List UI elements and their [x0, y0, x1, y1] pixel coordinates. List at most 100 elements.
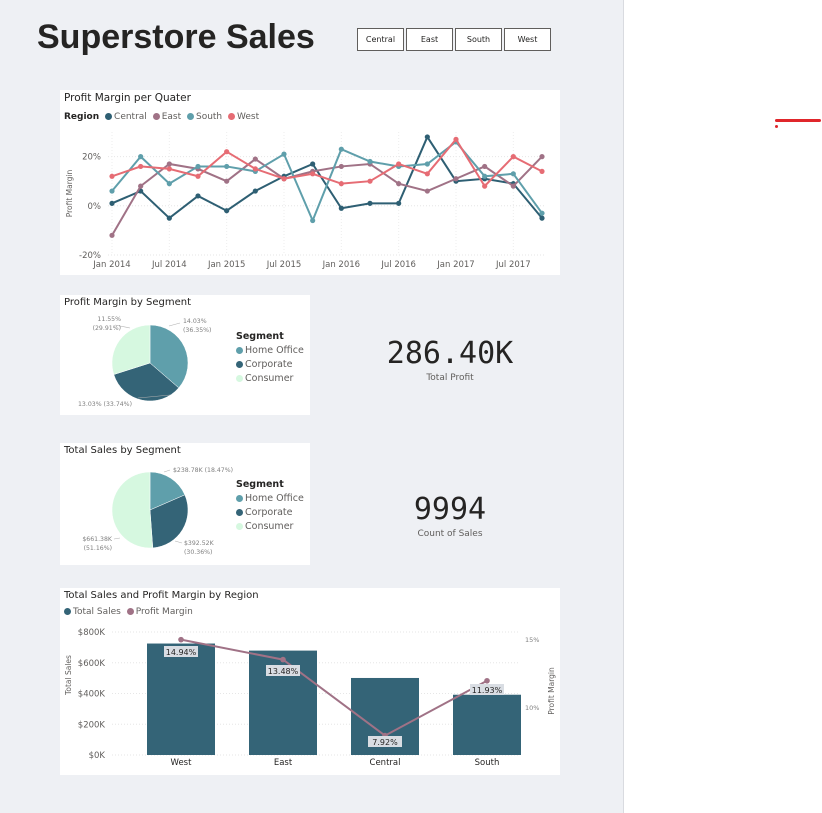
data-point-west	[338, 181, 344, 187]
profit-margin-point	[178, 636, 184, 643]
data-point-central	[166, 215, 172, 221]
legend-label: Home Office	[245, 345, 304, 356]
slicer-central-button[interactable]: Central	[357, 28, 404, 51]
data-label: $661.38K	[82, 536, 113, 543]
corporate-swatch	[236, 508, 243, 516]
data-point-west	[539, 168, 545, 174]
data-point-south	[338, 146, 344, 152]
data-point-south	[195, 163, 201, 170]
leader-line	[113, 537, 121, 540]
total-profit-card[interactable]: 286.40K Total Profit	[350, 336, 550, 383]
data-point-central	[252, 188, 258, 194]
data-point-east	[453, 176, 459, 182]
data-point-west	[396, 161, 402, 167]
y2-axis-title: Profit Margin	[547, 667, 556, 715]
data-label: 14.03%	[183, 318, 207, 325]
pie2-legend-consumer[interactable]: Consumer	[236, 521, 304, 532]
pie1-legend-home-office[interactable]: Home Office	[236, 345, 304, 356]
data-point-central	[224, 208, 230, 214]
data-point-west	[166, 166, 172, 172]
profit-margin-line	[180, 638, 488, 737]
y2-tick-label: 10%	[525, 704, 539, 712]
x-tick-label: East	[274, 758, 293, 768]
slicer-west-button[interactable]: West	[504, 28, 551, 51]
leader-line	[163, 469, 171, 473]
data-point-east	[510, 183, 516, 189]
x-tick-label: Jan 2015	[207, 260, 245, 270]
line-chart-plot: 20%0%-20%Jan 2014 Jul 2014 Jan 2015 Jul 201…	[65, 132, 545, 270]
data-point-south	[166, 181, 172, 187]
data-point-west	[195, 173, 201, 179]
data-point-west	[109, 173, 115, 179]
total-profit-label: Total Profit	[426, 373, 474, 383]
profit-margin-point	[484, 677, 490, 684]
data-point-south	[138, 154, 144, 160]
data-point-central	[338, 205, 344, 211]
data-point-south	[224, 163, 230, 170]
series-line-south	[111, 140, 543, 224]
y-tick-label: $600K	[78, 659, 106, 669]
data-label: (36.35%)	[183, 327, 211, 334]
x-tick-label: Jan 2017	[436, 260, 474, 270]
x-tick-label: Jan 2014	[92, 260, 130, 270]
pie2-legend-corporate[interactable]: Corporate	[236, 507, 304, 518]
leader-line	[168, 322, 181, 327]
pie2-legend-home-office[interactable]: Home Office	[236, 493, 304, 504]
data-label: 7.92%	[372, 738, 398, 747]
data-label: 11.93%	[472, 686, 503, 695]
data-point-central	[367, 200, 373, 206]
data-point-east	[224, 178, 230, 184]
pie-slice-consumer	[111, 471, 154, 549]
data-point-west	[510, 154, 516, 160]
slicer-east-button[interactable]: East	[406, 28, 453, 51]
data-point-west	[453, 136, 459, 142]
sales-region-card[interactable]: Total Sales and Profit Margin by Region …	[60, 588, 560, 775]
y-tick-label: 20%	[82, 153, 101, 163]
x-tick-label: Jul 2015	[266, 260, 302, 270]
data-point-east	[252, 156, 258, 162]
count-of-sales-card[interactable]: 9994 Count of Sales	[350, 492, 550, 539]
leader-line	[174, 540, 183, 544]
y-axis-title: Total Sales	[64, 655, 73, 696]
data-point-west	[482, 183, 488, 189]
pie1-legend-consumer[interactable]: Consumer	[236, 373, 304, 384]
data-point-west	[310, 171, 316, 177]
data-point-east	[338, 163, 344, 170]
pie1-legend: Segment Home Office Corporate Consumer	[236, 331, 304, 387]
data-point-west	[281, 176, 287, 182]
region-slicer: Central East South West	[357, 28, 551, 51]
sales-segment-card[interactable]: Total Sales by Segment $238.78K (18.47%)…	[60, 443, 310, 565]
data-label: 13.48%	[268, 667, 299, 676]
y-axis-title: Profit Margin	[65, 169, 74, 217]
data-point-central	[424, 134, 430, 140]
home-office-swatch	[236, 346, 243, 354]
x-tick-label: Jul 2014	[151, 260, 187, 270]
data-point-east	[396, 181, 402, 187]
data-point-east	[482, 163, 488, 170]
profit-margin-line-card[interactable]: Profit Margin per Quater Region Central …	[60, 90, 560, 275]
data-point-east	[424, 188, 430, 194]
pie1-legend-corporate[interactable]: Corporate	[236, 359, 304, 370]
data-point-west	[224, 149, 230, 155]
profit-margin-point	[280, 656, 286, 663]
data-point-south	[281, 151, 287, 157]
profit-segment-card[interactable]: Profit Margin by Segment 14.03% (36.35%) 1…	[60, 295, 310, 415]
x-tick-label: Central	[370, 758, 401, 768]
data-point-south	[310, 217, 316, 224]
data-point-central	[310, 161, 316, 167]
count-of-sales-value: 9994	[413, 492, 487, 527]
pie1-legend-title: Segment	[236, 331, 284, 342]
corporate-swatch	[236, 360, 243, 368]
y-tick-label: 0%	[88, 202, 102, 212]
y-tick-label: $400K	[78, 690, 106, 700]
data-point-central	[109, 200, 115, 206]
slicer-south-button[interactable]: South	[455, 28, 502, 51]
legend-label: Corporate	[245, 507, 293, 518]
data-point-south	[367, 158, 373, 165]
home-office-swatch	[236, 494, 243, 502]
legend-label: Consumer	[245, 373, 294, 384]
data-label: $238.78K (18.47%)	[173, 467, 233, 474]
data-point-west	[252, 166, 258, 172]
data-label: (51.16%)	[84, 545, 112, 552]
y-tick-label: $800K	[78, 628, 106, 638]
